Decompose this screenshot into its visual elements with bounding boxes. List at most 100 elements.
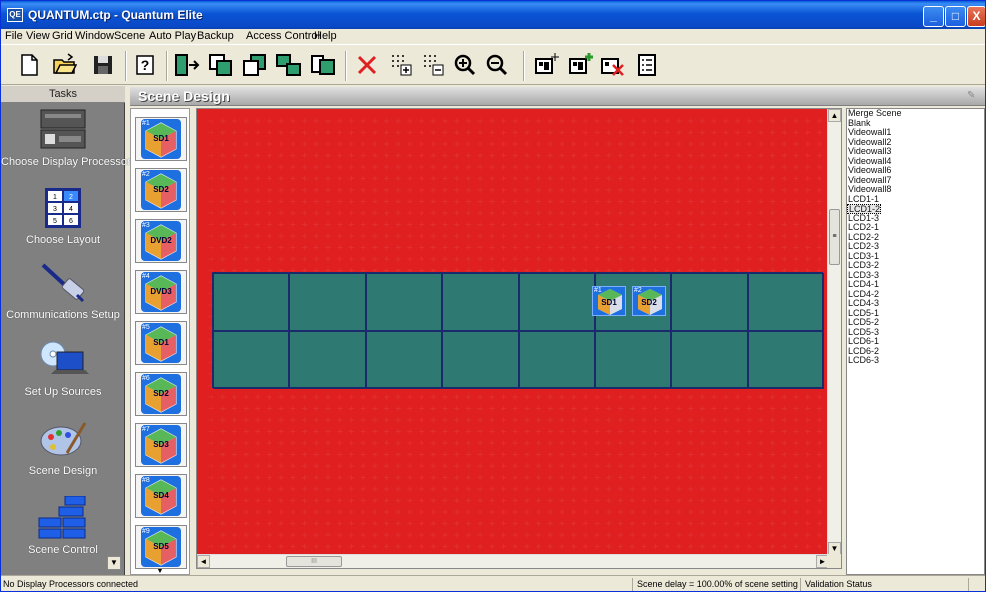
zoom-out-icon[interactable] [483,51,511,79]
videowall-cell[interactable] [671,273,748,331]
task-choose-display-processors[interactable]: Choose Display Processors [1,108,137,170]
vertical-scroll-thumb[interactable]: ≡ [829,209,840,265]
videowall-cell[interactable] [442,273,519,331]
grid-remove-icon[interactable] [419,51,447,79]
videowall-cell[interactable] [747,331,824,389]
task-communications-setup[interactable]: Communications Setup [1,261,125,323]
menu-backup[interactable]: Backup [197,30,234,42]
source-label: SD1 [153,338,169,347]
scroll-left-button[interactable]: ◄ [197,555,210,568]
window-cascade-icon[interactable] [275,51,303,79]
source-item[interactable]: #7 SD3 [135,423,187,467]
source-cube-icon: #6 SD2 [141,374,181,414]
window-tile-icon[interactable] [309,51,337,79]
tasks-header: Tasks [1,86,125,103]
videowall-cell[interactable] [365,273,443,331]
close-button[interactable]: X [967,6,985,27]
source-number: #8 [142,477,150,484]
open-folder-icon[interactable] [51,51,79,79]
window-back-icon[interactable] [241,51,269,79]
svg-text:1: 1 [53,194,57,201]
marker-label: SD2 [641,298,657,307]
new-file-icon[interactable] [15,51,43,79]
source-label: SD1 [153,134,169,143]
vertical-guide [210,109,211,555]
source-item[interactable]: #1 SD1 [135,117,187,161]
source-window-marker[interactable]: #1 SD1 [592,286,626,316]
save-disk-icon[interactable] [89,51,117,79]
source-number: #2 [142,171,150,178]
task-set-up-sources[interactable]: Set Up Sources [1,338,125,400]
videowall-cell[interactable] [518,273,595,331]
source-window-marker[interactable]: #2 SD2 [632,286,666,316]
videowall-cell[interactable] [213,273,290,331]
videowall-cell[interactable] [289,331,366,389]
task-label: Choose Layout [26,234,100,246]
menu-view[interactable]: View [26,30,50,42]
scene-add-icon[interactable] [567,51,595,79]
panel-header: Scene Design ✎ [130,87,985,106]
videowall-cell[interactable] [213,331,290,389]
source-item[interactable]: #3 DVD2 [135,219,187,263]
source-cube-icon: #9 SD5 [141,527,181,567]
task-choose-layout[interactable]: 1 2 3 4 5 6 Choose Layout [1,186,125,248]
marker-number: #2 [634,287,642,294]
vertical-scrollbar[interactable]: ▲ ≡ ▼ [827,109,841,555]
laptop-disc-icon [37,338,89,382]
videowall-cell[interactable] [365,331,443,389]
source-item[interactable]: #9 SD5 [135,525,187,569]
help-icon[interactable]: ? [131,51,159,79]
source-cube-icon: #1 SD1 [141,119,181,159]
source-item[interactable]: #5 SD1 [135,321,187,365]
menu-file[interactable]: File [5,30,23,42]
videowall-layout[interactable]: #1 SD1 #2 SD2 [212,272,824,389]
app-icon: QE [7,8,23,22]
scene-canvas[interactable]: #1 SD1 #2 SD2 ▲ ≡ ▼ ◄ III ► [196,108,842,569]
source-item[interactable]: #2 SD2 [135,168,187,212]
source-item[interactable]: #4 DVD3 [135,270,187,314]
svg-text:3: 3 [53,206,57,213]
window-front-icon[interactable] [207,51,235,79]
tasks-scroll-down-button[interactable]: ▼ [107,556,121,570]
scene-delay-status: Scene delay = 100.00% of scene setting [635,578,801,591]
menu-access-control[interactable]: Access Control [246,30,320,42]
layout-grid-icon: 1 2 3 4 5 6 [37,186,89,230]
scroll-up-button[interactable]: ▲ [828,109,841,122]
source-number: #3 [142,222,150,229]
task-label: Choose Display Processors [1,156,137,168]
zoom-in-icon[interactable] [451,51,479,79]
maximize-button[interactable]: □ [945,6,966,27]
source-item[interactable]: #6 SD2 [135,372,187,416]
videowall-cell[interactable] [442,331,519,389]
menu-auto-play[interactable]: Auto Play [149,30,196,42]
horizontal-scroll-thumb[interactable]: III [286,556,342,567]
task-label: Scene Design [28,465,98,477]
scene-delete-icon[interactable] [599,51,627,79]
source-item[interactable]: #8 SD4 [135,474,187,518]
videowall-cell[interactable] [747,273,824,331]
videowall-cell[interactable] [518,331,595,389]
menu-help[interactable]: Help [314,30,337,42]
scene-new-icon[interactable] [533,51,561,79]
bring-forward-icon[interactable] [173,51,201,79]
task-scene-design[interactable]: Scene Design [1,417,125,479]
marker-label: SD1 [601,298,617,307]
source-label: DVD2 [150,236,172,245]
menu-scene[interactable]: Scene [114,30,145,42]
source-cube-icon: #4 DVD3 [141,272,181,312]
menu-grid[interactable]: Grid [52,30,73,42]
minimize-button[interactable]: _ [923,6,944,27]
grid-add-icon[interactable] [387,51,415,79]
pin-icon[interactable]: ✎ [967,90,979,102]
scene-list-item[interactable]: LCD6-3 [847,355,984,366]
title-bar[interactable]: QE QUANTUM.ctp - Quantum Elite _ □ X [1,1,985,29]
videowall-cell[interactable] [594,331,672,389]
videowall-cell[interactable] [289,273,366,331]
task-scene-control[interactable]: Scene Control [1,495,125,558]
scene-list-icon[interactable] [633,51,661,79]
delete-x-icon[interactable] [353,51,381,79]
horizontal-scrollbar[interactable]: ◄ III ► [197,554,829,568]
menu-window[interactable]: Window [75,30,114,42]
videowall-cell[interactable] [671,331,748,389]
scene-list-item[interactable]: LCD1-1 [847,194,984,205]
